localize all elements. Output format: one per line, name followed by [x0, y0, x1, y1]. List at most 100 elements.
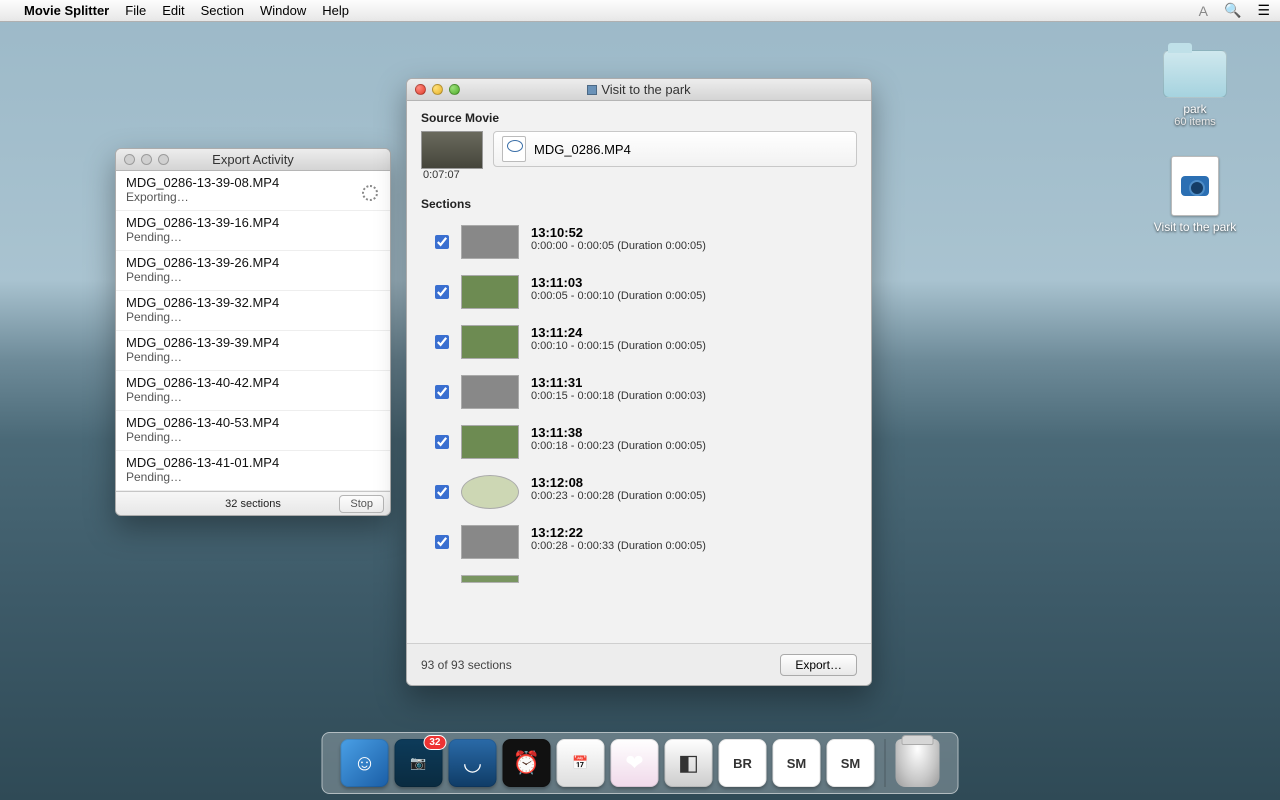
- desktop-folder-sub: 60 items: [1140, 116, 1250, 128]
- export-row[interactable]: MDG_0286-13-40-42.MP4Pending…: [116, 371, 390, 411]
- main-window[interactable]: Visit to the park Source Movie 0:07:07 M…: [406, 78, 872, 686]
- source-file-field[interactable]: MDG_0286.MP4: [493, 131, 857, 167]
- export-status: Pending…: [126, 390, 380, 404]
- desktop-doc-visit[interactable]: Visit to the park: [1140, 156, 1250, 234]
- section-time: 13:11:38: [531, 425, 706, 440]
- dock-app-hearts[interactable]: ❤: [611, 739, 659, 787]
- export-filename: MDG_0286-13-40-42.MP4: [126, 375, 380, 390]
- export-row[interactable]: MDG_0286-13-40-53.MP4Pending…: [116, 411, 390, 451]
- section-checkbox[interactable]: [435, 235, 449, 249]
- section-row[interactable]: 13:12:220:00:28 - 0:00:33 (Duration 0:00…: [435, 517, 857, 567]
- list-menu-icon[interactable]: ☰: [1257, 2, 1270, 19]
- section-row[interactable]: [435, 567, 857, 591]
- dock-app-finder[interactable]: ☺: [341, 739, 389, 787]
- section-range: 0:00:23 - 0:00:28 (Duration 0:00:05): [531, 490, 706, 502]
- dock-app-sm2[interactable]: SM: [827, 739, 875, 787]
- close-light[interactable]: [415, 84, 426, 95]
- folder-icon: [1163, 50, 1227, 98]
- section-thumbnail[interactable]: [461, 375, 519, 409]
- main-window-title: Visit to the park: [407, 82, 871, 97]
- section-checkbox[interactable]: [435, 385, 449, 399]
- minimize-light[interactable]: [141, 154, 152, 165]
- section-checkbox[interactable]: [435, 285, 449, 299]
- menu-file[interactable]: File: [125, 3, 146, 18]
- section-row[interactable]: 13:11:380:00:18 - 0:00:23 (Duration 0:00…: [435, 417, 857, 467]
- export-activity-window[interactable]: Export Activity MDG_0286-13-39-08.MP4Exp…: [115, 148, 391, 516]
- stop-button[interactable]: Stop: [339, 495, 384, 513]
- section-thumbnail[interactable]: [461, 475, 519, 509]
- main-footer: 93 of 93 sections Export…: [407, 643, 871, 685]
- export-row[interactable]: MDG_0286-13-39-26.MP4Pending…: [116, 251, 390, 291]
- section-range: 0:00:10 - 0:00:15 (Duration 0:00:05): [531, 340, 706, 352]
- menu-edit[interactable]: Edit: [162, 3, 184, 18]
- section-thumbnail[interactable]: [461, 425, 519, 459]
- spotlight-icon[interactable]: 🔍: [1224, 2, 1241, 19]
- dock-app-calendar[interactable]: 📅: [557, 739, 605, 787]
- zoom-light[interactable]: [158, 154, 169, 165]
- menubar[interactable]: Movie Splitter File Edit Section Window …: [0, 0, 1280, 22]
- export-row[interactable]: MDG_0286-13-39-08.MP4Exporting…: [116, 171, 390, 211]
- section-checkbox[interactable]: [435, 485, 449, 499]
- dock-app-alarm[interactable]: ⏰: [503, 739, 551, 787]
- section-time: 13:10:52: [531, 225, 706, 240]
- export-status: Pending…: [126, 430, 380, 444]
- mpeg-icon: [502, 136, 526, 162]
- menu-help[interactable]: Help: [322, 3, 349, 18]
- script-menu-icon[interactable]: A: [1199, 3, 1208, 19]
- sections-count: 93 of 93 sections: [421, 658, 512, 672]
- source-filename: MDG_0286.MP4: [534, 142, 631, 157]
- section-thumbnail[interactable]: [461, 275, 519, 309]
- section-range: 0:00:18 - 0:00:23 (Duration 0:00:05): [531, 440, 706, 452]
- dock-trash[interactable]: [896, 739, 940, 787]
- export-status: Pending…: [126, 230, 380, 244]
- dock-app-app-blue[interactable]: ◡: [449, 739, 497, 787]
- export-status: Pending…: [126, 270, 380, 284]
- section-row[interactable]: 13:12:080:00:23 - 0:00:28 (Duration 0:00…: [435, 467, 857, 517]
- dock-app-pmpro[interactable]: ◧: [665, 739, 713, 787]
- dock-app-br[interactable]: BR: [719, 739, 767, 787]
- section-row[interactable]: 13:10:520:00:00 - 0:00:05 (Duration 0:00…: [435, 217, 857, 267]
- section-row[interactable]: 13:11:310:00:15 - 0:00:18 (Duration 0:00…: [435, 367, 857, 417]
- export-row[interactable]: MDG_0286-13-39-32.MP4Pending…: [116, 291, 390, 331]
- export-row[interactable]: MDG_0286-13-39-16.MP4Pending…: [116, 211, 390, 251]
- export-filename: MDG_0286-13-40-53.MP4: [126, 415, 380, 430]
- dock-app-sm1[interactable]: SM: [773, 739, 821, 787]
- section-checkbox[interactable]: [435, 435, 449, 449]
- menu-window[interactable]: Window: [260, 3, 306, 18]
- zoom-light[interactable]: [449, 84, 460, 95]
- app-name[interactable]: Movie Splitter: [24, 3, 109, 18]
- section-checkbox[interactable]: [435, 335, 449, 349]
- document-proxy-icon[interactable]: [587, 85, 597, 95]
- section-checkbox[interactable]: [435, 535, 449, 549]
- section-row[interactable]: 13:11:030:00:05 - 0:00:10 (Duration 0:00…: [435, 267, 857, 317]
- source-duration: 0:07:07: [421, 169, 483, 181]
- close-light[interactable]: [124, 154, 135, 165]
- section-range: 0:00:15 - 0:00:18 (Duration 0:00:03): [531, 390, 706, 402]
- export-row[interactable]: MDG_0286-13-41-01.MP4Pending…: [116, 451, 390, 491]
- titlebar[interactable]: Export Activity: [116, 149, 390, 171]
- dock[interactable]: ☺📷32◡⏰📅❤◧BRSMSM: [322, 732, 959, 794]
- export-footer: 32 sections Stop: [116, 491, 390, 515]
- section-time: 13:11:31: [531, 375, 706, 390]
- desktop-folder-park[interactable]: park 60 items: [1140, 50, 1250, 128]
- dock-badge: 32: [423, 735, 446, 750]
- section-range: 0:00:28 - 0:00:33 (Duration 0:00:05): [531, 540, 706, 552]
- section-thumbnail[interactable]: [461, 525, 519, 559]
- export-row[interactable]: MDG_0286-13-39-39.MP4Pending…: [116, 331, 390, 371]
- dock-app-movie-splitter[interactable]: 📷32: [395, 739, 443, 787]
- export-list[interactable]: MDG_0286-13-39-08.MP4Exporting…MDG_0286-…: [116, 171, 390, 491]
- titlebar[interactable]: Visit to the park: [407, 79, 871, 101]
- section-thumbnail[interactable]: [461, 575, 519, 583]
- source-thumbnail[interactable]: [421, 131, 483, 169]
- section-time: 13:12:22: [531, 525, 706, 540]
- minimize-light[interactable]: [432, 84, 443, 95]
- section-thumbnail[interactable]: [461, 325, 519, 359]
- menu-section[interactable]: Section: [201, 3, 244, 18]
- section-row[interactable]: 13:11:240:00:10 - 0:00:15 (Duration 0:00…: [435, 317, 857, 367]
- section-thumbnail[interactable]: [461, 225, 519, 259]
- export-button[interactable]: Export…: [780, 654, 857, 676]
- export-filename: MDG_0286-13-39-32.MP4: [126, 295, 380, 310]
- section-range: 0:00:05 - 0:00:10 (Duration 0:00:05): [531, 290, 706, 302]
- source-movie-label: Source Movie: [407, 101, 871, 131]
- sections-list[interactable]: 13:10:520:00:00 - 0:00:05 (Duration 0:00…: [407, 217, 871, 643]
